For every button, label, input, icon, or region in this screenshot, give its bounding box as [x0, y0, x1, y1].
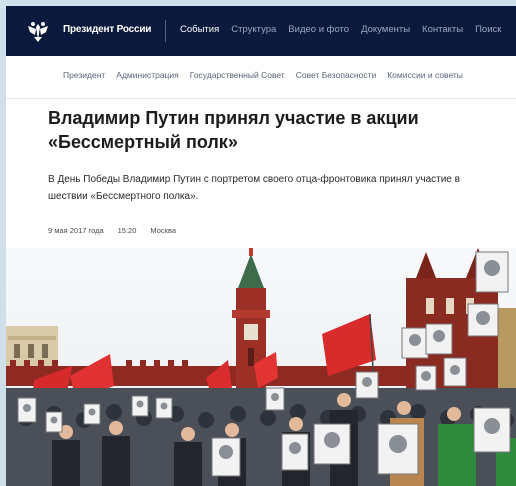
subnav-item-administration[interactable]: Администрация [116, 70, 178, 80]
article-place: Москва [150, 226, 177, 235]
nav-divider [165, 20, 166, 42]
nav-item-documents[interactable]: Документы [361, 24, 410, 35]
article-title: Владимир Путин принял участие в акции «Б… [48, 108, 419, 152]
top-navigation-bar: Президент России События Структура Видео… [6, 6, 516, 56]
subnav-item-commissions[interactable]: Комиссии и советы [387, 70, 463, 80]
subnav-item-security-council[interactable]: Совет Безопасности [296, 70, 377, 80]
article-date: 9 мая 2017 года [48, 226, 104, 235]
nav-item-search[interactable]: Поиск [475, 24, 501, 35]
article-lead: В День Победы Владимир Путин с портретом… [48, 174, 460, 202]
article-photo[interactable] [6, 248, 516, 486]
subnav-item-president[interactable]: Президент [63, 70, 105, 80]
subnav-item-state-council[interactable]: Государственный Совет [190, 70, 285, 80]
site-brand-link[interactable]: Президент России [63, 24, 151, 35]
nav-item-contacts[interactable]: Контакты [422, 24, 463, 35]
article-meta: 9 мая 2017 года 15:20 Москва [48, 226, 176, 235]
browser-page: Президент России События Структура Видео… [6, 6, 516, 486]
main-nav: События Структура Видео и фото Документы… [180, 24, 501, 35]
nav-item-structure[interactable]: Структура [231, 24, 276, 35]
sub-navigation: Президент Администрация Государственный … [6, 56, 516, 99]
nav-item-video-photo[interactable]: Видео и фото [288, 24, 349, 35]
nav-item-events[interactable]: События [180, 24, 219, 35]
article-time: 15:20 [117, 226, 137, 235]
double-headed-eagle-icon[interactable] [26, 20, 50, 42]
